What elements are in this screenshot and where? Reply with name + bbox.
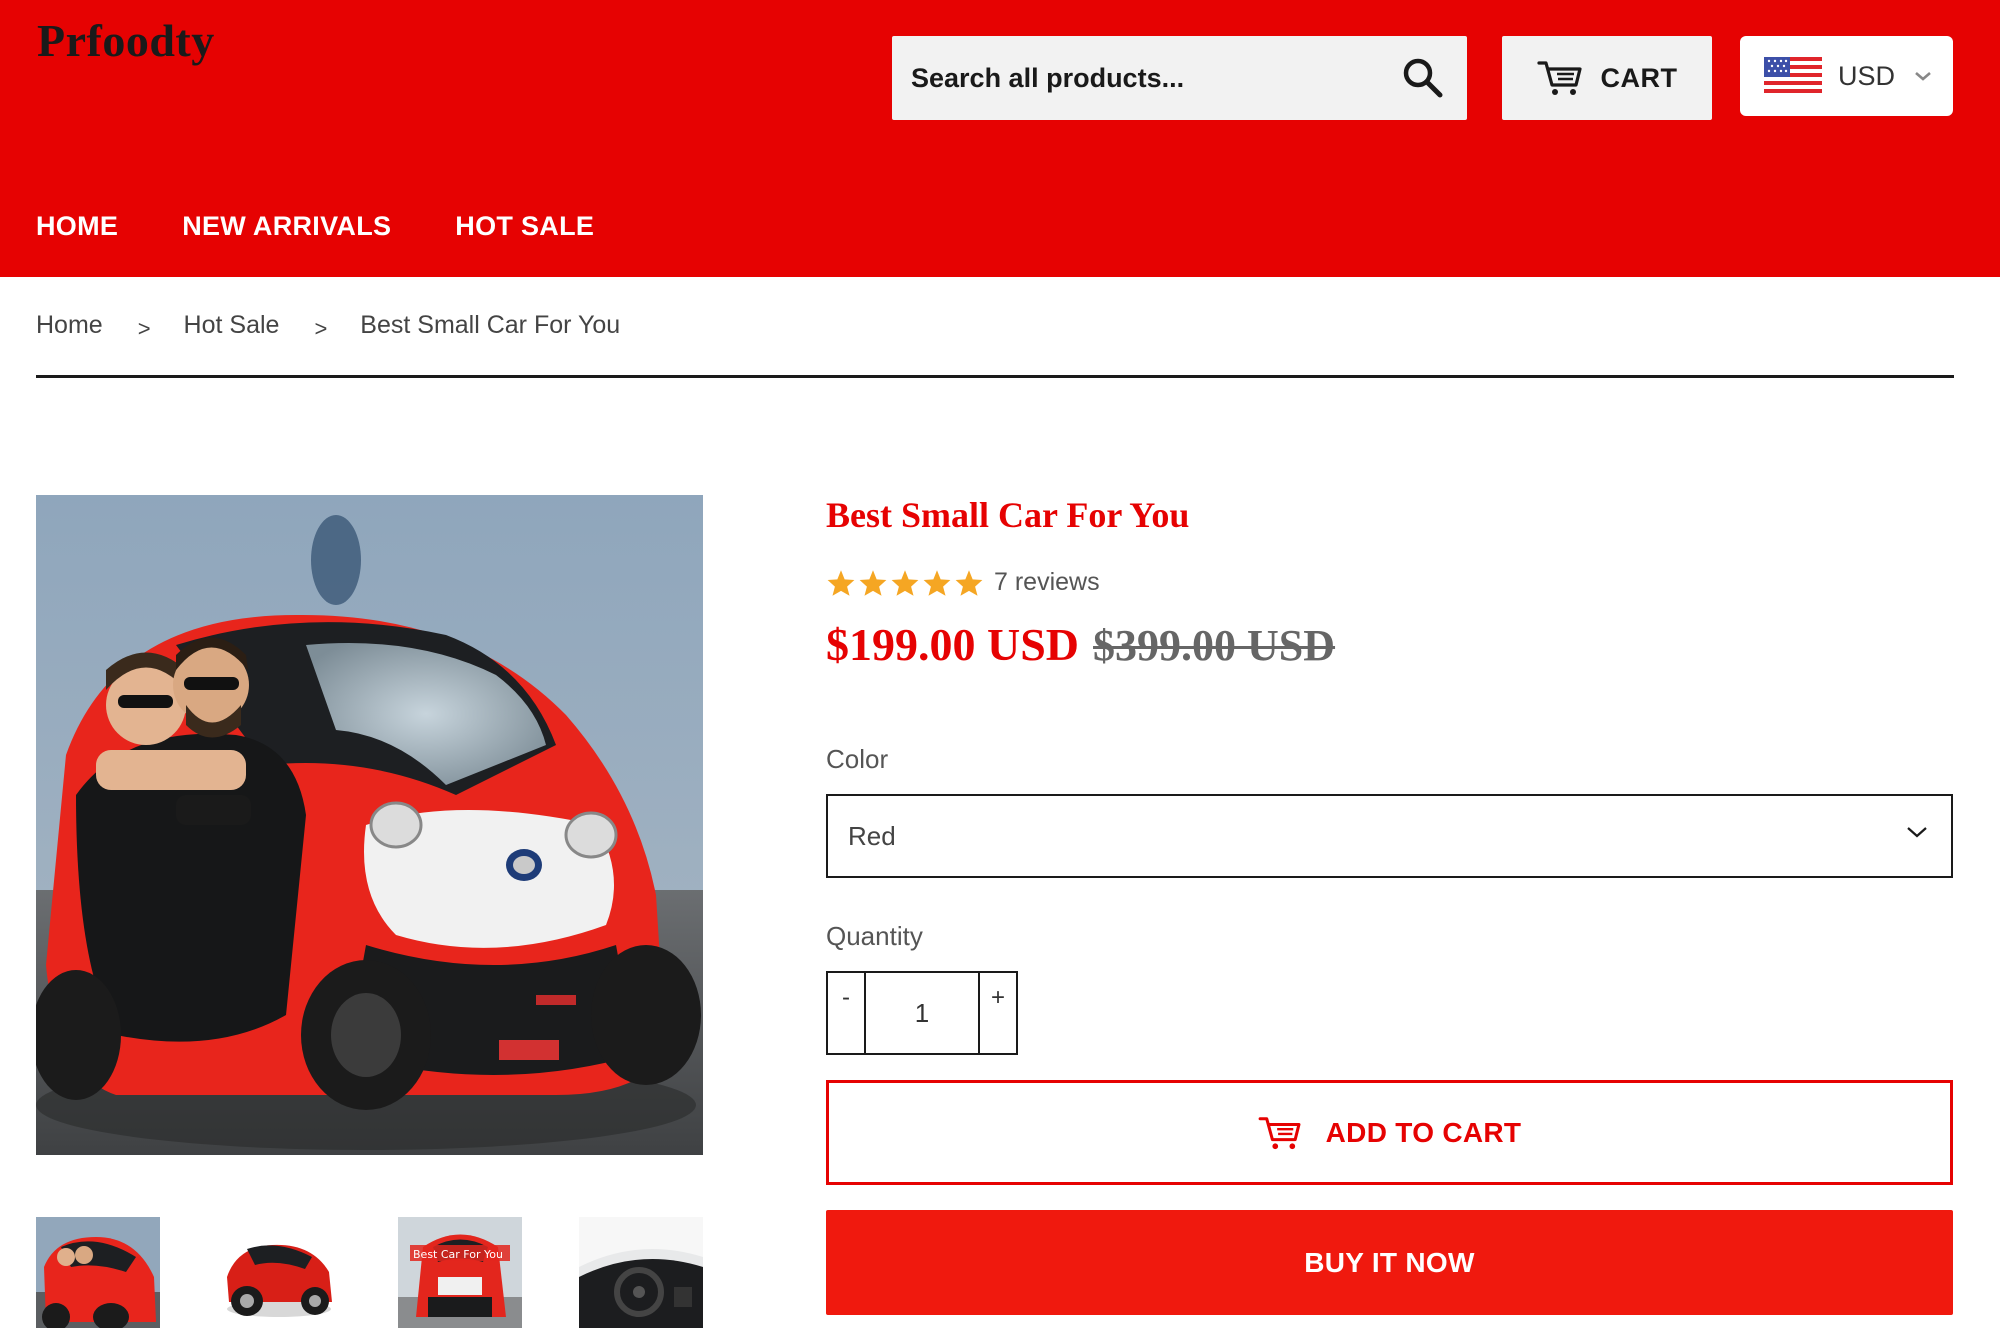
search-input[interactable] bbox=[892, 36, 1372, 120]
price-row: $199.00 USD $399.00 USD bbox=[826, 618, 1335, 671]
quantity-decrease-button[interactable]: - bbox=[828, 973, 864, 1053]
breadcrumb-hot-sale[interactable]: Hot Sale bbox=[184, 311, 280, 340]
currency-selector[interactable]: USD bbox=[1740, 36, 1953, 116]
product-rating[interactable]: 7 reviews bbox=[826, 568, 1100, 597]
compare-at-price: $399.00 USD bbox=[1093, 621, 1336, 670]
search-icon bbox=[1403, 58, 1443, 98]
car-side-photo bbox=[217, 1217, 341, 1328]
quantity-stepper: - + bbox=[826, 971, 1018, 1055]
cart-label: CART bbox=[1600, 62, 1678, 93]
chevron-down-icon bbox=[1907, 827, 1927, 838]
site-logo[interactable]: Prfoodty bbox=[37, 14, 215, 67]
quantity-input[interactable] bbox=[864, 973, 980, 1053]
buy-it-now-label: BUY IT NOW bbox=[1304, 1246, 1475, 1278]
quantity-label: Quantity bbox=[826, 921, 923, 951]
divider bbox=[36, 375, 1954, 378]
cart-icon bbox=[1258, 1116, 1301, 1149]
breadcrumb-home[interactable]: Home bbox=[36, 311, 103, 340]
currency-code: USD bbox=[1838, 60, 1896, 91]
add-to-cart-button[interactable]: ADD TO CART bbox=[826, 1080, 1953, 1185]
us-flag-icon bbox=[1764, 57, 1822, 95]
nav-item-home[interactable]: HOME bbox=[36, 211, 118, 242]
breadcrumb-current: Best Small Car For You bbox=[360, 311, 621, 339]
chevron-down-icon bbox=[1915, 72, 1931, 81]
car-photo bbox=[36, 495, 703, 1155]
search-button[interactable] bbox=[1401, 56, 1445, 100]
review-count[interactable]: 7 reviews bbox=[994, 568, 1100, 597]
star-rating bbox=[826, 569, 984, 597]
add-to-cart-label: ADD TO CART bbox=[1325, 1116, 1522, 1148]
main-nav: HOME NEW ARRIVALS HOT SALE bbox=[36, 211, 658, 242]
car-front-people-photo bbox=[36, 1217, 160, 1328]
quantity-increase-button[interactable]: + bbox=[980, 973, 1016, 1053]
breadcrumb-separator: > bbox=[137, 315, 151, 341]
star-icon bbox=[891, 569, 919, 596]
breadcrumb: Home > Hot Sale > Best Small Car For You bbox=[36, 311, 621, 341]
star-icon bbox=[827, 569, 855, 596]
buy-it-now-button[interactable]: BUY IT NOW bbox=[826, 1210, 1953, 1315]
thumbnail-2[interactable] bbox=[217, 1217, 341, 1328]
color-select-value: Red bbox=[848, 820, 896, 851]
thumbnail-4[interactable] bbox=[579, 1217, 703, 1328]
nav-item-new-arrivals[interactable]: NEW ARRIVALS bbox=[182, 211, 391, 242]
cart-button[interactable]: CART bbox=[1502, 36, 1712, 120]
site-header: Prfoodty CART bbox=[0, 0, 2000, 277]
star-icon bbox=[923, 569, 951, 596]
color-select[interactable]: Red bbox=[826, 794, 1953, 878]
star-icon bbox=[859, 569, 887, 596]
breadcrumb-separator: > bbox=[314, 315, 328, 341]
thumbnail-3[interactable]: Best Car For You bbox=[398, 1217, 522, 1328]
nav-item-hot-sale[interactable]: HOT SALE bbox=[455, 211, 594, 242]
sale-price: $199.00 USD bbox=[826, 619, 1080, 670]
product-title: Best Small Car For You bbox=[826, 495, 1190, 535]
product-main-image[interactable] bbox=[36, 495, 703, 1155]
thumbnail-caption: Best Car For You bbox=[413, 1248, 503, 1261]
star-icon bbox=[955, 569, 983, 596]
car-front-caption-photo bbox=[398, 1217, 522, 1328]
thumbnail-1[interactable] bbox=[36, 1217, 160, 1328]
search-bar bbox=[892, 36, 1467, 120]
color-label: Color bbox=[826, 744, 889, 774]
cart-icon bbox=[1536, 61, 1582, 95]
car-interior-photo bbox=[579, 1217, 703, 1328]
